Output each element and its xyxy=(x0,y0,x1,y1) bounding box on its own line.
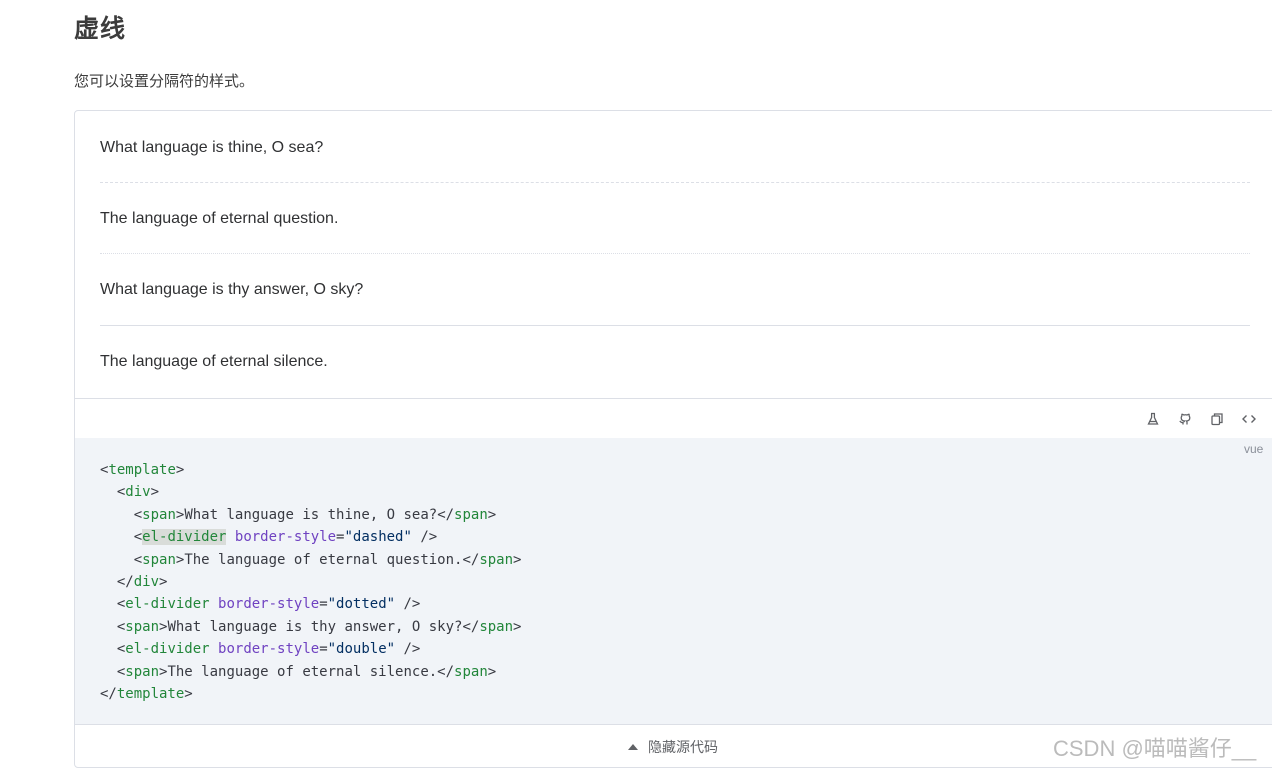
divider-dotted xyxy=(100,253,1250,254)
demo-preview: What language is thine, O sea? The langu… xyxy=(75,111,1272,398)
code-language-label: vue xyxy=(1244,442,1264,456)
code-icon[interactable] xyxy=(1240,410,1258,428)
divider-dashed xyxy=(100,182,1250,183)
hide-source-button[interactable]: 隐藏源代码 xyxy=(628,737,718,757)
demo-toolbar xyxy=(75,398,1272,438)
flask-icon[interactable] xyxy=(1144,410,1162,428)
code-block: <template> <div> <span>What language is … xyxy=(100,462,522,703)
github-icon[interactable] xyxy=(1176,410,1194,428)
copy-icon[interactable] xyxy=(1208,410,1226,428)
demo-block: What language is thine, O sea? The langu… xyxy=(74,110,1272,768)
caret-up-icon xyxy=(628,744,638,750)
hide-source-label: 隐藏源代码 xyxy=(648,739,718,755)
section-description: 您可以设置分隔符的样式。 xyxy=(74,73,255,90)
section-title: 虚线 xyxy=(74,15,127,43)
preview-line: The language of eternal silence. xyxy=(100,353,328,370)
preview-line: What language is thy answer, O sky? xyxy=(100,281,364,298)
watermark: CSDN @喵喵酱仔__ xyxy=(1053,736,1257,761)
preview-line: The language of eternal question. xyxy=(100,210,339,227)
source-code-panel: vue <template> <div> <span>What language… xyxy=(75,438,1272,724)
divider-double xyxy=(100,325,1250,326)
preview-line: What language is thine, O sea? xyxy=(100,139,324,156)
